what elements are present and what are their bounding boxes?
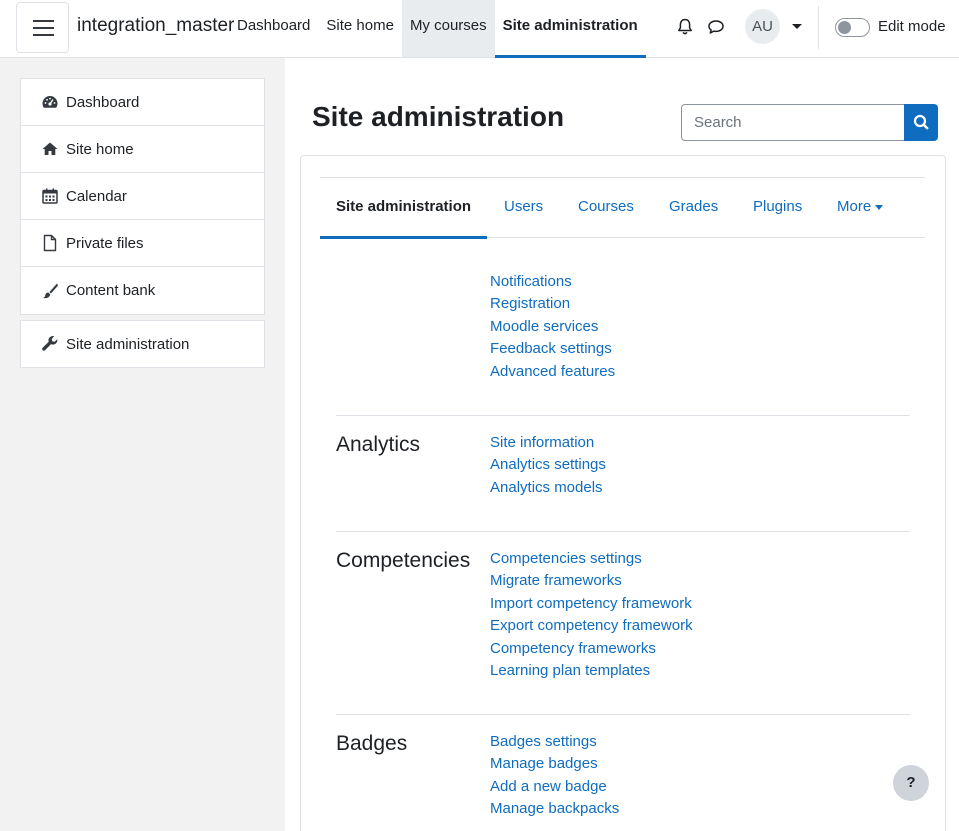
drawer-item-dashboard[interactable]: Dashboard [21,79,264,126]
tab-courses[interactable]: Courses [578,178,634,238]
link-analytics-models[interactable]: Analytics models [490,477,606,499]
link-export-competency-framework[interactable]: Export competency framework [490,615,693,637]
section-title-competencies: Competencies [336,549,471,572]
left-drawer: Dashboard Site home Calendar Private fil… [0,58,285,831]
section-links: Competencies settings Migrate frameworks… [490,548,693,682]
top-navbar: integration_master Dashboard Site home M… [0,0,959,58]
tab-more-label: More [837,198,872,215]
link-site-information[interactable]: Site information [490,432,606,454]
search-input[interactable] [682,105,905,140]
drawer-item-label: Calendar [66,187,127,205]
drawer-item-content-bank[interactable]: Content bank [21,267,264,314]
link-manage-badges[interactable]: Manage badges [490,753,619,775]
link-notifications[interactable]: Notifications [490,271,615,293]
drawer-item-site-home[interactable]: Site home [21,126,264,173]
tab-users[interactable]: Users [504,178,543,238]
drawer-item-label: Content bank [66,282,156,299]
nav-site-administration[interactable]: Site administration [494,0,646,58]
section-links: Notifications Registration Moodle servic… [490,271,615,383]
home-icon [42,142,58,155]
edit-mode-toggle[interactable] [835,18,870,37]
section-divider [336,531,910,532]
drawer-item-label: Site administration [66,335,190,353]
link-migrate-frameworks[interactable]: Migrate frameworks [490,570,693,592]
link-analytics-settings[interactable]: Analytics settings [490,454,606,476]
chevron-down-icon[interactable] [792,24,802,29]
drawer-item-label: Private files [66,234,144,252]
search-button[interactable] [904,104,938,141]
drawer-item-private-files[interactable]: Private files [21,220,264,267]
edit-mode-label: Edit mode [878,18,946,35]
section-links: Badges settings Manage badges Add a new … [490,731,619,821]
link-add-new-badge[interactable]: Add a new badge [490,776,619,798]
admin-tabs: Site administration Users Courses Grades… [320,177,925,239]
link-competencies-settings[interactable]: Competencies settings [490,548,693,570]
tab-site-administration[interactable]: Site administration [320,178,488,239]
link-badges-settings[interactable]: Badges settings [490,731,619,753]
user-avatar[interactable]: AU [745,9,780,44]
drawer-item-label: Site home [66,140,134,158]
section-title-badges: Badges [336,732,408,755]
brush-icon [43,283,58,298]
nav-dashboard[interactable]: Dashboard [229,0,318,57]
menu-toggle-button[interactable] [16,2,69,53]
link-registration[interactable]: Registration [490,293,615,315]
admin-card [300,155,946,831]
link-advanced-features[interactable]: Advanced features [490,361,615,383]
drawer-item-site-administration[interactable]: Site administration [20,320,265,368]
navbar-divider [818,6,819,49]
section-links: Site information Analytics settings Anal… [490,432,606,499]
tab-grades[interactable]: Grades [669,178,718,238]
link-moodle-services[interactable]: Moodle services [490,316,615,338]
calendar-icon [42,188,58,204]
tab-more[interactable]: More [837,178,884,238]
link-learning-plan-templates[interactable]: Learning plan templates [490,660,693,682]
drawer-item-label: Dashboard [66,93,140,111]
help-button[interactable]: ? [893,765,929,801]
search-icon [913,114,929,130]
link-import-competency-framework[interactable]: Import competency framework [490,593,693,615]
link-competency-frameworks[interactable]: Competency frameworks [490,638,693,660]
chat-icon[interactable] [706,17,726,37]
admin-search-box [681,104,905,141]
link-manage-backpacks[interactable]: Manage backpacks [490,798,619,820]
nav-site-home[interactable]: Site home [318,0,402,57]
drawer-nav-list: Dashboard Site home Calendar Private fil… [20,78,265,315]
section-divider [336,714,910,715]
drawer-item-calendar[interactable]: Calendar [21,173,264,220]
hamburger-icon [33,20,54,22]
primary-navigation: Dashboard Site home My courses Site admi… [229,0,646,58]
file-icon [43,234,57,252]
wrench-icon [42,336,58,351]
bell-icon[interactable] [675,17,695,37]
tab-plugins[interactable]: Plugins [753,178,802,238]
link-feedback-settings[interactable]: Feedback settings [490,338,615,360]
section-divider [336,415,910,416]
caret-down-icon [875,204,884,210]
section-title-analytics: Analytics [336,433,421,456]
site-name[interactable]: integration_master [77,15,234,37]
nav-my-courses[interactable]: My courses [401,0,495,57]
page-title: Site administration [312,101,565,132]
dashboard-icon [42,96,58,108]
